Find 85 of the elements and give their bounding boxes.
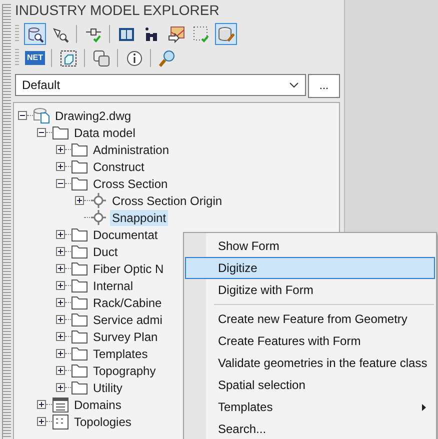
folder-icon (71, 243, 88, 260)
toolbar-button[interactable]: NET (24, 47, 46, 69)
expand-toggle[interactable] (56, 145, 65, 154)
tree-item[interactable]: Snappoint (110, 210, 168, 226)
tree-item[interactable]: Templates (91, 346, 150, 362)
folder-icon (52, 124, 69, 141)
net-logo-icon: NET (25, 51, 45, 65)
folder-icon (71, 277, 88, 294)
tree-item[interactable]: Cross Section Origin (110, 192, 224, 208)
map-arrow-icon (168, 26, 184, 42)
folder-icon (71, 260, 88, 277)
menu-item[interactable]: Create Features with Form (185, 330, 435, 352)
database-pencil-icon (218, 26, 234, 42)
collapse-toggle[interactable] (56, 179, 65, 188)
tree-item[interactable]: Administration (91, 142, 172, 158)
tree-item[interactable]: Construct (91, 158, 146, 174)
toolbar-grip[interactable] (15, 49, 19, 67)
tree-item[interactable]: Documentat (91, 226, 160, 242)
tree-item[interactable]: Survey Plan (91, 328, 160, 344)
folder-icon (71, 328, 88, 345)
chevron-down-icon (289, 82, 299, 88)
tree-item[interactable]: Domains (72, 396, 124, 412)
menu-item[interactable]: Search... (185, 418, 435, 439)
database-search-icon (26, 26, 44, 42)
toolbar-grip[interactable] (15, 25, 19, 43)
tree-item[interactable]: Internal (91, 278, 136, 294)
browse-button[interactable]: ... (308, 74, 340, 98)
menu-item[interactable]: Show Form (185, 235, 435, 257)
folder-icon (71, 158, 88, 175)
folder-icon (71, 226, 88, 243)
tree-item[interactable]: Fiber Optic N (91, 260, 166, 276)
selection-box-icon (60, 50, 76, 66)
folder-icon (71, 141, 88, 158)
expand-toggle[interactable] (56, 349, 65, 358)
collapse-toggle[interactable] (37, 128, 46, 137)
profile-dropdown[interactable]: Default (15, 74, 306, 96)
folder-icon (71, 345, 88, 362)
crosshair-icon (90, 209, 107, 226)
menu-item[interactable]: Digitize (185, 257, 435, 279)
menu-item[interactable]: Templates (185, 396, 435, 418)
tree-item[interactable]: Data model (72, 124, 138, 140)
menu-item[interactable]: Create new Feature from Geometry (185, 308, 435, 330)
tree-item[interactable]: Topography (91, 362, 158, 378)
expand-toggle[interactable] (56, 298, 65, 307)
expand-toggle[interactable] (37, 400, 46, 409)
shape-search-icon (52, 26, 68, 42)
folder-icon (71, 379, 88, 396)
tree-item[interactable]: Drawing2.dwg (53, 108, 134, 124)
tree-item[interactable]: Duct (91, 244, 120, 260)
expand-toggle[interactable] (56, 332, 65, 341)
expand-toggle[interactable] (56, 366, 65, 375)
expand-toggle[interactable] (56, 315, 65, 324)
toolbar-button[interactable] (24, 23, 46, 45)
folder-icon (71, 311, 88, 328)
menu-item[interactable]: Spatial selection (185, 374, 435, 396)
connector-check-icon (84, 26, 102, 42)
search-icon (158, 50, 176, 66)
tree-item[interactable]: Rack/Cabine (91, 294, 164, 310)
menu-item[interactable]: Digitize with Form (185, 279, 435, 301)
folder-icon (71, 362, 88, 379)
expand-toggle[interactable] (56, 230, 65, 239)
menu-item[interactable]: Validate geometries in the feature class (185, 352, 435, 374)
tree-item[interactable]: Utility (91, 380, 124, 396)
grid-window-icon (52, 413, 69, 430)
expand-toggle[interactable] (56, 162, 65, 171)
expand-toggle[interactable] (56, 281, 65, 290)
collapse-toggle[interactable] (18, 111, 27, 120)
expand-toggle[interactable] (56, 247, 65, 256)
panel-title: INDUSTRY MODEL EXPLORER (14, 1, 220, 20)
expand-toggle[interactable] (56, 383, 65, 392)
expand-toggle[interactable] (56, 264, 65, 273)
expand-toggle[interactable] (75, 196, 84, 205)
folder-icon (71, 294, 88, 311)
tree-item[interactable]: Topologies (72, 414, 134, 430)
list-window-icon (52, 396, 69, 413)
expand-toggle[interactable] (37, 417, 46, 426)
tree-item[interactable]: Cross Section (91, 176, 170, 192)
tree-item[interactable]: Service admi (91, 312, 164, 328)
overlapping-squares-icon (92, 50, 110, 66)
book-icon (118, 26, 134, 42)
crosshair-icon (90, 192, 107, 209)
info-icon (126, 50, 142, 66)
folder-icon (71, 175, 88, 192)
grid-check-icon (192, 26, 210, 42)
panel-grip[interactable] (2, 4, 11, 439)
